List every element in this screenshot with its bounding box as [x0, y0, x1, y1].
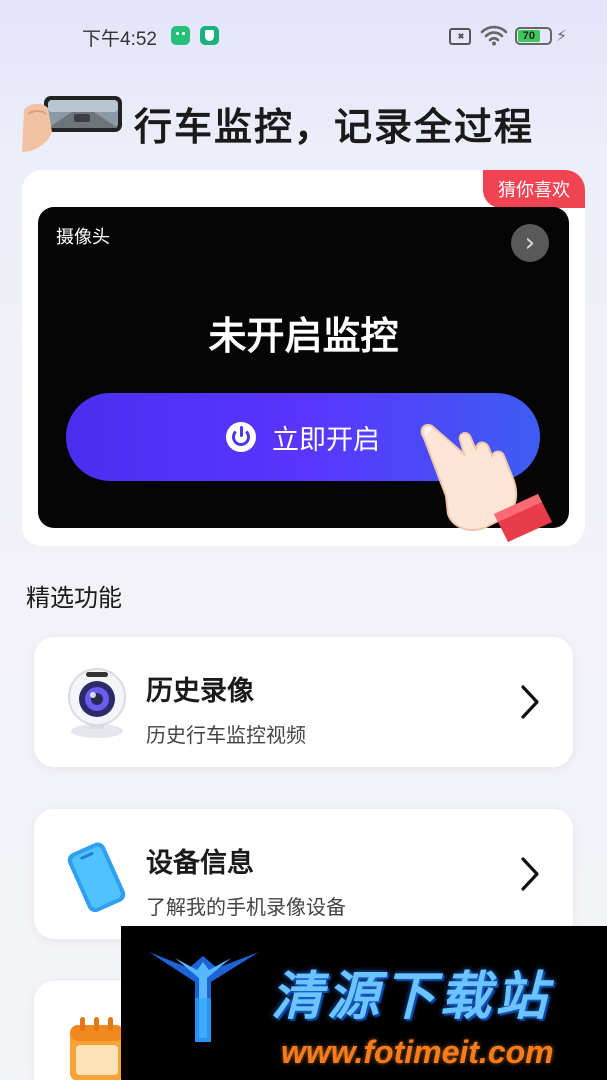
feature-subtitle: 历史行车监控视频 — [146, 723, 306, 747]
phone-icon — [67, 842, 126, 913]
site-logo — [149, 952, 259, 1042]
charging-icon: ⚡ — [556, 26, 568, 45]
chevron-right-icon[interactable]: › — [511, 224, 549, 262]
camera-label: 摄像头 — [56, 227, 110, 248]
power-icon — [226, 422, 256, 452]
status-bar: 下午4:52 70 ⚡ — [0, 0, 607, 72]
wifi-icon — [480, 25, 508, 46]
history-recordings-card[interactable]: 历史录像 历史行车监控视频 — [34, 637, 573, 767]
feature-title: 设备信息 — [146, 848, 254, 879]
chevron-right-icon — [521, 685, 539, 719]
page-title: 行车监控，记录全过程 — [134, 105, 535, 149]
no-sim-icon — [449, 28, 471, 45]
start-monitor-label: 立即开启 — [272, 424, 380, 456]
app-notification-icon — [171, 26, 190, 45]
guess-you-like-badge[interactable]: 猜你喜欢 — [483, 170, 585, 208]
battery-level: 70 — [518, 30, 540, 42]
watermark-url: www.fotimeit.com — [281, 1034, 554, 1070]
watermark-overlay: 清源下载站 www.fotimeit.com — [121, 926, 607, 1080]
shield-notification-icon — [200, 26, 219, 45]
pointing-hand-icon — [420, 424, 552, 542]
webcam-icon — [68, 668, 126, 738]
monitor-status: 未开启监控 — [208, 314, 399, 358]
feature-subtitle: 了解我的手机录像设备 — [146, 895, 346, 919]
chevron-right-icon — [521, 857, 539, 891]
device-info-card[interactable]: 设备信息 了解我的手机录像设备 — [34, 809, 573, 939]
feature-title: 历史录像 — [146, 676, 254, 707]
status-time: 下午4:52 — [82, 29, 157, 50]
watermark-site-name: 清源下载站 — [271, 966, 552, 1027]
section-title: 精选功能 — [26, 584, 122, 612]
dashcam-phone-illustration — [22, 96, 122, 152]
battery-icon: 70 — [515, 27, 552, 45]
